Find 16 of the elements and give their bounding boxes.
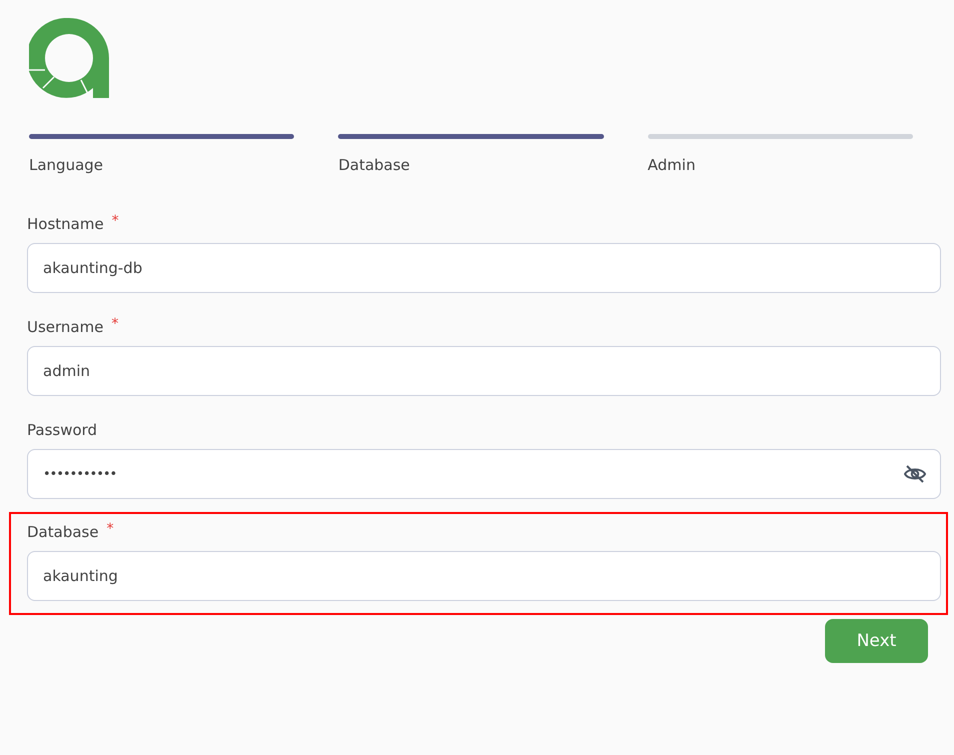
required-mark: * [106,521,114,537]
input-field[interactable]: akaunting [27,551,941,601]
logo-icon [29,18,109,98]
eye-slash-icon[interactable] [904,465,926,483]
field-label: Password [27,420,98,441]
step-label: Admin [648,156,696,174]
step-label: Language [29,156,104,174]
required-mark: * [112,213,119,229]
input-field[interactable]: ••••••••••• [27,449,941,499]
field-label: Username [27,317,104,338]
input-field[interactable]: admin [27,346,941,396]
required-mark: * [111,316,118,332]
step-label: Database [338,156,411,174]
input-field[interactable]: akaunting-db [27,243,941,293]
field-label: Database [27,522,99,543]
field-label: Hostname [27,214,104,235]
